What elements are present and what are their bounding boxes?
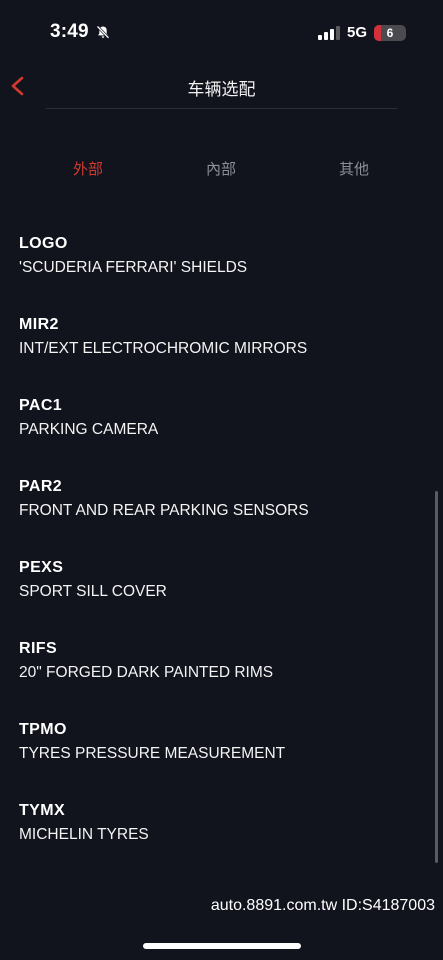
list-item: PAR2 FRONT AND REAR PARKING SENSORS <box>19 475 419 535</box>
option-code: MIR2 <box>19 316 59 333</box>
cellular-signal-icon <box>318 26 340 40</box>
tab-interior[interactable]: 內部 <box>181 158 261 179</box>
status-time: 3:49 <box>50 21 89 42</box>
option-description: SPORT SILL COVER <box>19 583 167 600</box>
tab-other[interactable]: 其他 <box>314 158 394 179</box>
option-code: PAR2 <box>19 478 63 495</box>
option-description: INT/EXT ELECTROCHROMIC MIRRORS <box>19 340 308 357</box>
battery-icon: 6 <box>374 25 406 41</box>
tab-bar: 外部 內部 其他 <box>0 158 443 184</box>
option-code: RIFS <box>19 640 58 657</box>
nav-bar: 车辆选配 <box>0 64 443 110</box>
option-description: TYRES PRESSURE MEASUREMENT <box>19 745 286 762</box>
option-description: PARKING CAMERA <box>19 421 159 438</box>
bell-muted-icon <box>96 25 110 39</box>
scrollbar[interactable] <box>435 491 438 863</box>
home-indicator[interactable] <box>143 943 301 949</box>
watermark: auto.8891.com.tw ID:S4187003 <box>210 897 435 914</box>
battery-percent: 6 <box>386 26 394 40</box>
option-code: PEXS <box>19 559 64 576</box>
list-item: PAC1 PARKING CAMERA <box>19 394 419 454</box>
option-description: FRONT AND REAR PARKING SENSORS <box>19 502 309 519</box>
list-item: RIFS 20" FORGED DARK PAINTED RIMS <box>19 637 419 697</box>
list-item: PEXS SPORT SILL COVER <box>19 556 419 616</box>
option-code: TYMX <box>19 802 66 819</box>
option-code: LOGO <box>19 235 68 252</box>
list-item: LOGO 'SCUDERIA FERRARI' SHIELDS <box>19 232 419 292</box>
network-type: 5G <box>347 24 368 41</box>
option-code: TPMO <box>19 721 67 738</box>
option-description: 20" FORGED DARK PAINTED RIMS <box>19 664 274 681</box>
status-bar: 3:49 5G 6 <box>0 0 443 64</box>
option-code: PAC1 <box>19 397 63 414</box>
page-title: 车辆选配 <box>187 80 256 100</box>
list-item: MIR2 INT/EXT ELECTROCHROMIC MIRRORS <box>19 313 419 373</box>
option-description: MICHELIN TYRES <box>19 826 149 843</box>
list-item: TPMO TYRES PRESSURE MEASUREMENT <box>19 718 419 778</box>
header-divider <box>46 108 397 109</box>
tab-exterior[interactable]: 外部 <box>48 158 128 179</box>
list-item: TYMX MICHELIN TYRES <box>19 799 419 859</box>
option-description: 'SCUDERIA FERRARI' SHIELDS <box>19 259 248 276</box>
